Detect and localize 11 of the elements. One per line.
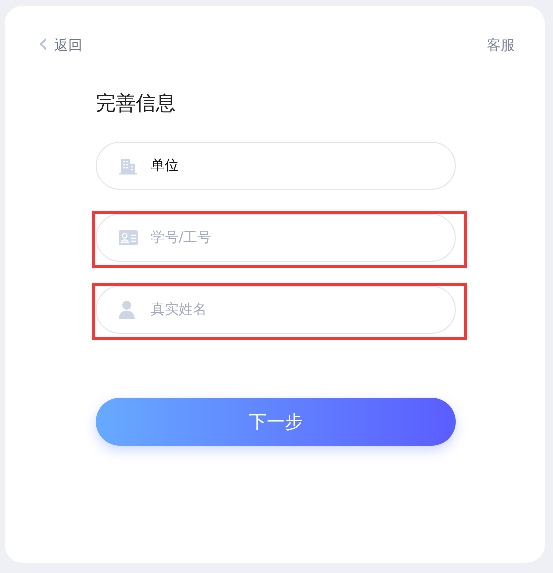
id-card-icon <box>119 230 138 246</box>
input-field[interactable]: 学号/工号 <box>96 214 456 262</box>
back-chevron-icon: ‹ <box>38 34 48 54</box>
input-field[interactable]: 真实姓名 <box>96 286 456 334</box>
back-link[interactable]: ‹ 返回 <box>38 37 82 55</box>
page-title: 完善信息 <box>96 90 177 117</box>
input-field[interactable]: 单位 <box>96 142 456 190</box>
customer-service-link[interactable]: 客服 <box>487 37 515 55</box>
next-step-button[interactable]: 下一步 <box>96 398 456 446</box>
person-icon <box>119 300 135 320</box>
building-icon <box>119 157 137 175</box>
